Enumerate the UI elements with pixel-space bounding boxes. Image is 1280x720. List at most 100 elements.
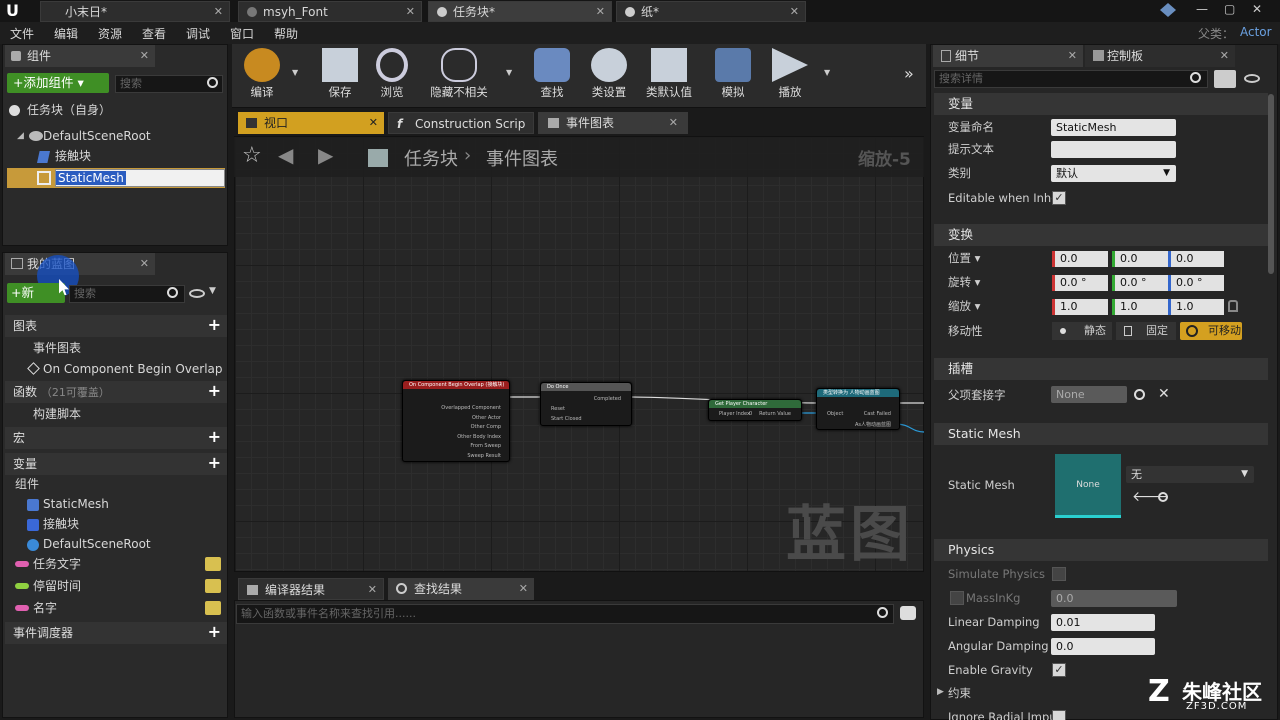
constraints-label[interactable]: 约束 — [948, 682, 971, 704]
editable-checkbox[interactable]: ✓ — [1052, 191, 1066, 205]
node-pin[interactable]: As人物动画蓝图 — [855, 421, 891, 428]
simulate-physics-checkbox[interactable] — [1052, 567, 1066, 581]
tooltip-label: 提示文本 — [948, 142, 994, 156]
section-static-mesh[interactable]: Static Mesh — [934, 423, 1268, 445]
mobility-stationary-button[interactable]: 固定 — [1116, 322, 1176, 340]
simulate-physics-label: Simulate Physics — [948, 567, 1045, 581]
mass-label: MassInKg — [966, 591, 1021, 605]
node-cast[interactable]: 类型转换为 人物动画蓝图 Object Cast Failed As人物动画蓝图 — [816, 388, 900, 430]
list-icon — [247, 585, 258, 595]
node-pin[interactable]: Player Index — [719, 411, 750, 417]
search-icon[interactable] — [1158, 492, 1168, 502]
scale-label[interactable]: 缩放 ▾ — [948, 295, 980, 317]
mobility-static-button[interactable]: 静态 — [1052, 322, 1112, 340]
rotation-z[interactable]: 0.0 ° — [1168, 275, 1224, 291]
node-pin[interactable]: Reset — [551, 406, 565, 412]
node-pin[interactable]: From Sweep — [470, 443, 501, 449]
section-sockets[interactable]: 插槽 — [934, 358, 1268, 380]
angular-damping-label: Angular Damping — [948, 639, 1049, 653]
palette-tab[interactable]: 控制板 ✕ — [1085, 45, 1235, 67]
scale-z[interactable]: 1.0 — [1168, 299, 1224, 315]
move-icon — [1186, 325, 1198, 337]
enable-gravity-label: Enable Gravity — [948, 663, 1033, 677]
static-mesh-label: Static Mesh — [948, 478, 1015, 492]
palette-icon — [1093, 50, 1104, 61]
scale-y[interactable]: 1.0 — [1112, 299, 1168, 315]
clear-icon[interactable]: ✕ — [1158, 386, 1170, 402]
constraints-expand-icon[interactable]: ▶ — [937, 687, 944, 697]
mesh-picker-dropdown[interactable]: 无 ▼ — [1126, 466, 1254, 483]
node-pin[interactable]: Other Comp — [471, 424, 501, 430]
location-z[interactable]: 0.0 — [1168, 251, 1224, 267]
tooltip-field[interactable] — [1051, 141, 1176, 158]
brand-logo-icon: Z — [1148, 674, 1170, 709]
node-pin[interactable]: Return Value — [759, 411, 791, 417]
section-physics[interactable]: Physics — [934, 539, 1268, 561]
search-icon[interactable] — [1134, 389, 1145, 400]
editable-label: Editable when Inheri — [948, 191, 1067, 205]
rotation-y[interactable]: 0.0 ° — [1112, 275, 1168, 291]
stationary-icon — [1124, 326, 1132, 336]
location-x[interactable]: 0.0 — [1052, 251, 1108, 267]
dropdown-arrow-icon: ▼ — [1241, 469, 1248, 479]
node-pin[interactable]: Sweep Result — [467, 453, 501, 459]
binoculars-icon[interactable] — [900, 606, 916, 620]
search-icon — [1190, 72, 1201, 83]
ignore-radial-checkbox[interactable] — [1052, 710, 1066, 720]
node-get-player-character[interactable]: Get Player Character Player Index 0 Retu… — [708, 399, 802, 421]
mobility-label: 移动性 — [948, 324, 983, 338]
node-do-once[interactable]: Do Once Reset Start Closed Completed — [540, 382, 632, 426]
bottom-tab-compiler[interactable]: 编译器结果 ✕ — [238, 578, 384, 600]
details-icon — [941, 50, 951, 62]
rotation-x[interactable]: 0.0 ° — [1052, 275, 1108, 291]
details-search-input[interactable]: 搜索详情 — [934, 70, 1208, 88]
section-variable[interactable]: 变量 — [934, 93, 1268, 115]
mesh-thumbnail[interactable]: None — [1055, 454, 1121, 518]
mass-field[interactable]: 0.0 — [1051, 590, 1177, 607]
close-icon[interactable]: ✕ — [368, 579, 377, 601]
details-scrollbar[interactable] — [1268, 94, 1274, 274]
ignore-radial-label: Ignore Radial Impuls — [948, 710, 1066, 720]
brand-url: ZF3D.COM — [1186, 701, 1248, 712]
var-name-label: 变量命名 — [948, 120, 994, 134]
mass-override-checkbox[interactable] — [950, 591, 964, 605]
search-icon — [877, 607, 888, 618]
node-pin[interactable]: Other Body Index — [457, 434, 501, 440]
section-transform[interactable]: 变换 — [934, 224, 1268, 246]
close-icon[interactable]: ✕ — [519, 578, 528, 600]
lock-icon[interactable] — [1228, 300, 1238, 312]
var-name-field[interactable]: StaticMesh — [1051, 119, 1176, 136]
mobility-movable-button[interactable]: 可移动 — [1180, 322, 1242, 340]
node-pin[interactable]: 0 — [749, 411, 752, 417]
details-tab[interactable]: 细节 ✕ — [933, 45, 1083, 67]
parent-socket-label: 父项套接字 — [948, 388, 1006, 402]
node-title: Get Player Character — [709, 400, 801, 408]
find-references-input[interactable]: 输入函数或事件名称来查找引用...... — [236, 604, 894, 624]
location-y[interactable]: 0.0 — [1112, 251, 1168, 267]
node-pin[interactable]: Cast Failed — [864, 411, 891, 417]
node-pin[interactable]: Overlapped Component — [441, 405, 501, 411]
close-icon[interactable]: ✕ — [1220, 45, 1229, 67]
angular-damping-field[interactable]: 0.0 — [1051, 638, 1155, 655]
enable-gravity-checkbox[interactable]: ✓ — [1052, 663, 1066, 677]
node-pin[interactable]: Object — [827, 411, 843, 417]
close-icon[interactable]: ✕ — [1068, 45, 1077, 67]
bottom-tab-find-results[interactable]: 查找结果 ✕ — [388, 578, 534, 600]
node-pin[interactable]: Completed — [594, 396, 621, 402]
parent-socket-field[interactable]: None — [1051, 386, 1127, 403]
node-begin-overlap[interactable]: On Component Begin Overlap (接触块) Overlap… — [402, 380, 510, 462]
eye-icon[interactable] — [1244, 74, 1260, 83]
node-title: Do Once — [541, 383, 631, 391]
linear-damping-label: Linear Damping — [948, 615, 1040, 629]
category-dropdown[interactable]: 默认 ▼ — [1051, 165, 1176, 182]
scale-x[interactable]: 1.0 — [1052, 299, 1108, 315]
node-pin[interactable]: Other Actor — [472, 415, 501, 421]
node-pin[interactable]: Start Closed — [551, 416, 582, 422]
node-title: 类型转换为 人物动画蓝图 — [817, 389, 899, 397]
property-matrix-icon[interactable] — [1214, 70, 1236, 88]
rotation-label[interactable]: 旋转 ▾ — [948, 271, 980, 293]
location-label[interactable]: 位置 ▾ — [948, 247, 980, 269]
dropdown-arrow-icon: ▼ — [1163, 168, 1170, 178]
node-title: On Component Begin Overlap (接触块) — [403, 381, 509, 389]
linear-damping-field[interactable]: 0.01 — [1051, 614, 1155, 631]
